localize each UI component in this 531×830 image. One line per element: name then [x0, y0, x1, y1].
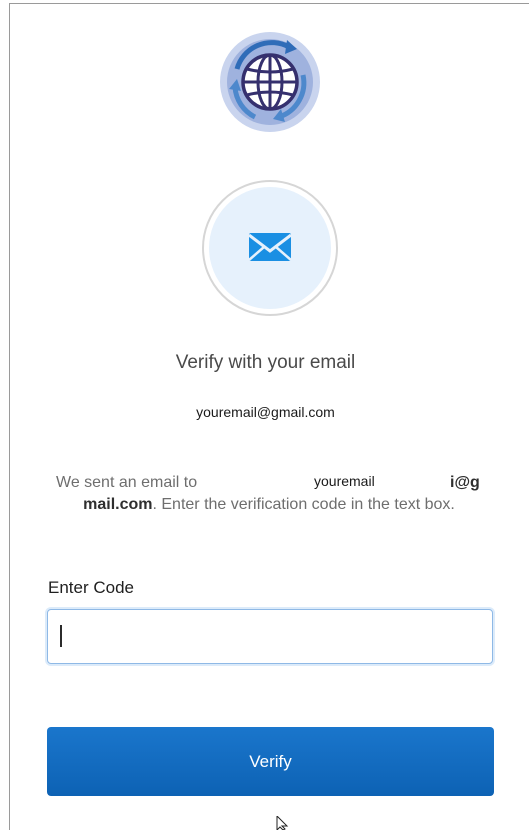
page-title: Verify with your email	[175, 352, 356, 373]
instruction-email-part3: mail.com	[83, 496, 153, 513]
mail-icon	[248, 233, 292, 261]
text-caret	[60, 625, 62, 647]
verification-code-input[interactable]	[47, 609, 493, 664]
globe-logo-icon	[220, 32, 320, 132]
instruction-text: We sent an email to youremail i@g mail.c…	[30, 472, 508, 516]
email-factor-badge	[202, 180, 338, 316]
identifier-email: youremail@gmail.com	[196, 404, 335, 420]
code-label: Enter Code	[48, 578, 134, 597]
verify-button[interactable]: Verify	[47, 727, 494, 796]
instruction-email-part1: youremail	[314, 473, 375, 489]
instruction-email-part2: i@g	[450, 474, 480, 491]
instruction-suffix: . Enter the verification code in the tex…	[152, 496, 455, 513]
mouse-pointer-icon	[276, 816, 289, 830]
instruction-prefix: We sent an email to	[56, 474, 198, 491]
verify-email-page: Verify with your email youremail@gmail.c…	[0, 0, 531, 830]
email-factor-badge-fill	[209, 187, 331, 309]
